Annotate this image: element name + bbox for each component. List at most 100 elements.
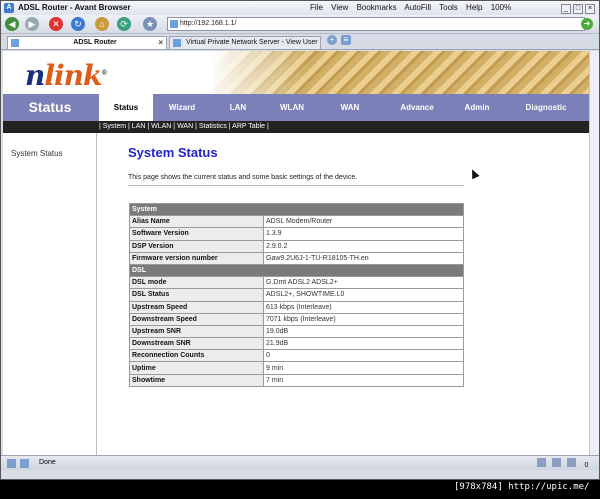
go-button[interactable]: ➜ — [581, 18, 593, 30]
row-key: Downstream Speed — [129, 312, 264, 326]
section-label: Status — [28, 99, 72, 115]
lock-icon — [552, 458, 561, 467]
tab-label: Virtual Private Network Server - View Us… — [186, 39, 318, 46]
row-key: Reconnection Counts — [129, 349, 264, 363]
blocked-popups-icon[interactable] — [567, 458, 576, 467]
new-tab-icon[interactable]: + — [327, 35, 337, 45]
web-page: nlink® Status Status Wizard LAN WLAN WAN… — [3, 51, 589, 455]
row-value: G.Dmt ADSL2 ADSL2+ — [263, 276, 464, 290]
page-title: System Status — [128, 145, 218, 160]
zoom-level[interactable]: 100% — [491, 3, 511, 12]
row-key: DSP Version — [129, 239, 264, 253]
close-tab-icon[interactable]: × — [158, 37, 163, 49]
row-value: 613 kbps (Interleave) — [263, 300, 464, 314]
table-row: Software Version 1.3.9 — [129, 227, 464, 241]
nav-diagnostic[interactable]: Diagnostic — [515, 94, 577, 121]
refresh-icon[interactable]: ↻ — [71, 17, 85, 31]
table-row: Reconnection Counts 0 — [129, 349, 464, 363]
row-value: 7 min — [263, 373, 464, 387]
row-value: 21.9dB — [263, 337, 464, 351]
tab-label: ADSL Router — [73, 39, 117, 46]
page-description: This page shows the current status and s… — [128, 174, 358, 181]
section-header-system: System — [129, 202, 464, 217]
home-icon[interactable]: ⌂ — [95, 17, 109, 31]
minimize-button[interactable]: _ — [561, 4, 571, 14]
panel-icon[interactable] — [7, 459, 16, 468]
vertical-scrollbar[interactable] — [589, 51, 599, 455]
back-icon[interactable]: ◀ — [5, 17, 19, 31]
row-key: DSL mode — [129, 276, 264, 290]
side-item-system-status[interactable]: System Status — [11, 149, 63, 158]
nav-wan[interactable]: WAN — [323, 94, 377, 121]
avant-browser-icon: A — [4, 3, 14, 13]
table-section-row: System — [129, 202, 464, 217]
nav-lan[interactable]: LAN — [211, 94, 265, 121]
maximize-button[interactable]: □ — [573, 4, 583, 14]
nav-wizard[interactable]: Wizard — [155, 94, 209, 121]
window-controls: _ □ × — [559, 3, 595, 14]
divider — [128, 185, 464, 186]
address-url: http://192.168.1.1/ — [180, 20, 237, 27]
sub-nav[interactable]: | System | LAN | WLAN | WAN | Statistics… — [3, 121, 589, 133]
tab-adsl-router[interactable]: ADSL Router × — [7, 36, 167, 49]
row-value: ADSL2+, SHOWTIME.L0 — [263, 288, 464, 302]
table-row: Showtime 7 min — [129, 373, 464, 387]
stop-icon[interactable]: ✕ — [49, 17, 63, 31]
row-value: Gaw9.2U6J-1-TU-R18105-TH.en — [263, 251, 464, 265]
row-key: Alias Name — [129, 215, 264, 229]
row-value: 1.3.9 — [263, 227, 464, 241]
status-text: Done — [39, 459, 56, 466]
menu-autofill[interactable]: AutoFill — [404, 3, 431, 12]
tab-vpn-server[interactable]: Virtual Private Network Server - View Us… — [169, 36, 321, 49]
menu-view[interactable]: View — [331, 3, 348, 12]
page-icon — [173, 39, 181, 47]
tab-list-icon[interactable]: ≡ — [341, 35, 351, 45]
menu-file[interactable]: File — [310, 3, 323, 12]
table-row: DSP Version 2.9.0.2 — [129, 239, 464, 253]
menu-tools[interactable]: Tools — [439, 3, 458, 12]
nav-admin[interactable]: Admin — [449, 94, 505, 121]
bookmark-icon[interactable]: ★ — [143, 17, 157, 31]
status-bar: Done 0 — [1, 455, 599, 470]
menu-bookmarks[interactable]: Bookmarks — [357, 3, 397, 12]
tab-bar: ADSL Router × Virtual Private Network Se… — [1, 34, 599, 50]
title-bar: A ADSL Router - Avant Browser File View … — [1, 1, 599, 15]
table-row: Upstream Speed 613 kbps (Interleave) — [129, 300, 464, 314]
section-header-dsl: DSL — [129, 263, 464, 278]
nav-advance[interactable]: Advance — [387, 94, 447, 121]
nav-wlan[interactable]: WLAN — [265, 94, 319, 121]
row-value: 9 min — [263, 361, 464, 375]
toolbar: ◀ ▶ ✕ ↻ ⌂ ⟳ ★ http://192.168.1.1/ ➜ — [1, 15, 599, 34]
address-bar[interactable]: http://192.168.1.1/ — [167, 17, 585, 31]
forward-icon[interactable]: ▶ — [25, 17, 39, 31]
nav-status[interactable]: Status — [99, 94, 153, 121]
statusbar-tray: 0 — [531, 458, 591, 473]
watermark-text: [978x784] http://upic.me/ — [454, 482, 590, 492]
row-value: ADSL Modem/Router — [263, 215, 464, 229]
table-section-row: DSL — [129, 263, 464, 278]
close-button[interactable]: × — [585, 4, 595, 14]
table-row: DSL mode G.Dmt ADSL2 ADSL2+ — [129, 276, 464, 290]
row-key: Firmware version number — [129, 251, 264, 265]
row-key: Downstream SNR — [129, 337, 264, 351]
page-icon — [170, 20, 178, 28]
table-row: Firmware version number Gaw9.2U6J-1-TU-R1… — [129, 251, 464, 265]
circuit-board-graphic — [213, 51, 589, 94]
sync-icon[interactable]: ⟳ — [117, 17, 131, 31]
row-key: Upstream Speed — [129, 300, 264, 314]
blocked-count: 0 — [584, 462, 589, 469]
page-info-icon[interactable] — [537, 458, 546, 467]
table-row: Downstream Speed 7071 kbps (Interleave) — [129, 312, 464, 326]
row-key: Upstream SNR — [129, 324, 264, 339]
row-key: DSL Status — [129, 288, 264, 302]
menu-bar: File View Bookmarks AutoFill Tools Help … — [310, 3, 517, 12]
menu-help[interactable]: Help — [466, 3, 482, 12]
browser-window: A ADSL Router - Avant Browser File View … — [0, 0, 600, 480]
table-row: Downstream SNR 21.9dB — [129, 337, 464, 351]
status-table: System Alias Name ADSL Modem/Router Softw… — [129, 202, 464, 387]
row-value: 19.0dB — [263, 324, 464, 339]
row-key: Uptime — [129, 361, 264, 375]
row-key: Showtime — [129, 373, 264, 387]
window-title: ADSL Router - Avant Browser — [18, 3, 131, 12]
table-row: Uptime 9 min — [129, 361, 464, 375]
